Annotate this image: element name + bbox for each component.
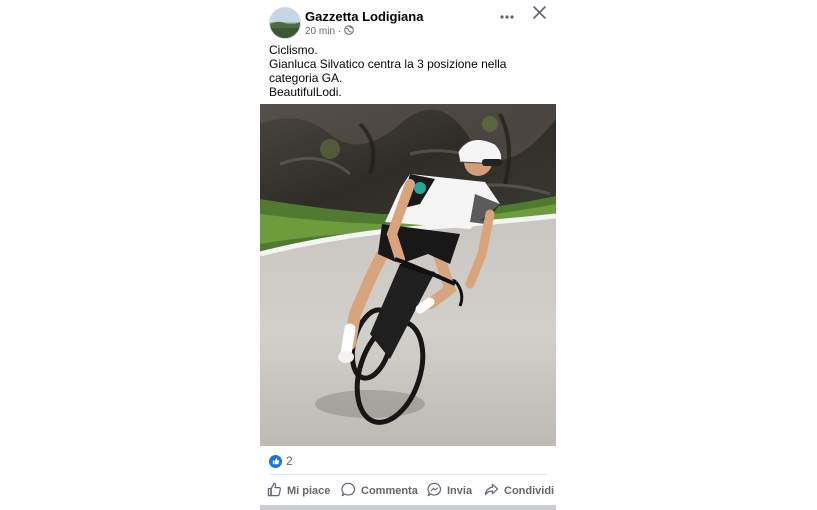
- close-button[interactable]: [530, 6, 548, 24]
- send-button[interactable]: Invia: [427, 480, 472, 502]
- meta-separator: ·: [338, 26, 342, 37]
- like-label: Mi piace: [287, 485, 331, 497]
- action-bar: Mi piace Commenta Invia Condividi: [260, 480, 556, 502]
- comment-label: Commenta: [361, 485, 418, 497]
- send-label: Invia: [447, 485, 473, 497]
- avatar[interactable]: [269, 7, 301, 39]
- post-text-line: Gianluca Silvatico centra la 3 posizione…: [269, 57, 507, 71]
- post-text-line: Ciclismo.: [269, 43, 318, 57]
- scroll-edge: [260, 505, 556, 510]
- globe-icon: [344, 25, 355, 38]
- messenger-icon: [427, 482, 442, 500]
- post-text-line: categoria GA.: [269, 71, 343, 85]
- post-card: Gazzetta Lodigiana 20 min · Ciclismo. Gi…: [260, 0, 556, 510]
- post-text-line: BeautifulLodi.: [269, 85, 342, 99]
- post-photo[interactable]: [260, 104, 556, 446]
- more-options-button[interactable]: [497, 5, 517, 25]
- page-name[interactable]: Gazzetta Lodigiana: [305, 9, 423, 24]
- like-icon: [269, 454, 282, 468]
- comment-button[interactable]: Commenta: [341, 480, 418, 502]
- post-text: Ciclismo. Gianluca Silvatico centra la 3…: [269, 43, 551, 99]
- post-meta: 20 min ·: [305, 25, 355, 38]
- comment-icon: [341, 482, 356, 500]
- reaction-count: 2: [286, 454, 293, 468]
- share-icon: [484, 482, 499, 500]
- close-icon: [532, 6, 546, 24]
- reactions-summary[interactable]: 2: [269, 454, 293, 468]
- post-time[interactable]: 20 min: [305, 26, 335, 37]
- divider: [269, 474, 547, 475]
- share-button[interactable]: Condividi: [484, 480, 554, 502]
- thumbs-up-icon: [267, 482, 282, 500]
- like-button[interactable]: Mi piace: [267, 480, 330, 502]
- share-label: Condividi: [504, 485, 555, 497]
- more-horizontal-icon: [500, 6, 514, 24]
